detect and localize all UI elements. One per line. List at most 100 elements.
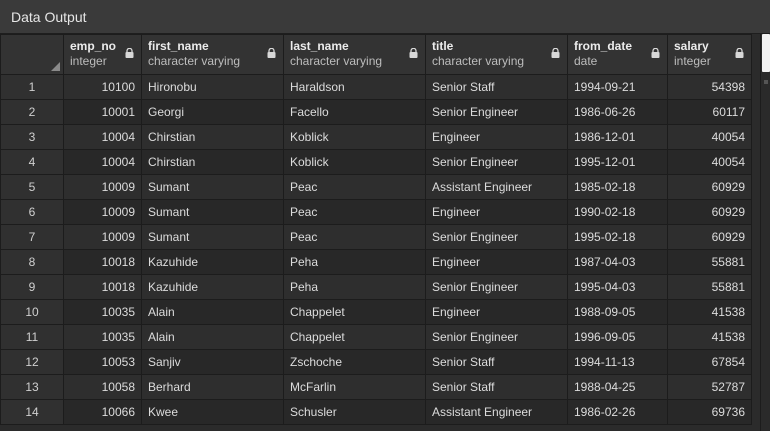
table-row[interactable]: 11 10035 Alain Chappelet Senior Engineer 1996… [0,324,752,350]
cell-emp-no[interactable]: 10018 [63,249,142,275]
cell-salary[interactable]: 60929 [667,224,752,250]
table-row[interactable]: 10 10035 Alain Chappelet Engineer 1988-09-05 4… [0,299,752,325]
row-number[interactable]: 10 [0,299,64,325]
cell-last-name[interactable]: Facello [283,99,426,125]
cell-last-name[interactable]: Koblick [283,124,426,150]
cell-last-name[interactable]: Schusler [283,399,426,425]
cell-from-date[interactable]: 1986-02-26 [567,399,668,425]
cell-emp-no[interactable]: 10004 [63,124,142,150]
cell-first-name[interactable]: Alain [141,324,284,350]
cell-title[interactable]: Senior Engineer [425,149,568,175]
cell-first-name[interactable]: Sanjiv [141,349,284,375]
cell-salary[interactable]: 60117 [667,99,752,125]
vertical-scrollbar[interactable] [760,34,770,431]
table-row[interactable]: 8 10018 Kazuhide Peha Engineer 1987-04-03 5588… [0,249,752,275]
cell-from-date[interactable]: 1995-02-18 [567,224,668,250]
cell-first-name[interactable]: Berhard [141,374,284,400]
table-row[interactable]: 4 10004 Chirstian Koblick Senior Engineer 199… [0,149,752,175]
cell-salary[interactable]: 60929 [667,199,752,225]
cell-from-date[interactable]: 1988-09-05 [567,299,668,325]
cell-first-name[interactable]: Alain [141,299,284,325]
cell-emp-no[interactable]: 10001 [63,99,142,125]
row-number[interactable]: 13 [0,374,64,400]
cell-title[interactable]: Engineer [425,199,568,225]
cell-first-name[interactable]: Chirstian [141,124,284,150]
cell-title[interactable]: Engineer [425,249,568,275]
table-row[interactable]: 13 10058 Berhard McFarlin Senior Staff 1988-0… [0,374,752,400]
row-number[interactable]: 14 [0,399,64,425]
data-grid[interactable]: emp_no integer first_name character vary… [0,34,760,431]
cell-title[interactable]: Senior Staff [425,349,568,375]
cell-title[interactable]: Senior Engineer [425,224,568,250]
cell-salary[interactable]: 69736 [667,399,752,425]
cell-last-name[interactable]: Haraldson [283,74,426,100]
cell-from-date[interactable]: 1996-09-05 [567,324,668,350]
cell-from-date[interactable]: 1990-02-18 [567,199,668,225]
cell-last-name[interactable]: McFarlin [283,374,426,400]
table-row[interactable]: 9 10018 Kazuhide Peha Senior Engineer 1995-04… [0,274,752,300]
cell-last-name[interactable]: Peac [283,224,426,250]
cell-last-name[interactable]: Koblick [283,149,426,175]
cell-emp-no[interactable]: 10035 [63,299,142,325]
table-row[interactable]: 14 10066 Kwee Schusler Assistant Engineer 198… [0,399,752,425]
cell-emp-no[interactable]: 10009 [63,174,142,200]
table-row[interactable]: 12 10053 Sanjiv Zschoche Senior Staff 1994-11… [0,349,752,375]
cell-from-date[interactable]: 1995-04-03 [567,274,668,300]
cell-from-date[interactable]: 1985-02-18 [567,174,668,200]
table-row[interactable]: 7 10009 Sumant Peac Senior Engineer 1995-02-1… [0,224,752,250]
cell-salary[interactable]: 55881 [667,249,752,275]
row-number[interactable]: 6 [0,199,64,225]
cell-emp-no[interactable]: 10009 [63,224,142,250]
cell-emp-no[interactable]: 10053 [63,349,142,375]
cell-emp-no[interactable]: 10066 [63,399,142,425]
cell-emp-no[interactable]: 10004 [63,149,142,175]
cell-last-name[interactable]: Chappelet [283,324,426,350]
cell-last-name[interactable]: Peha [283,274,426,300]
cell-emp-no[interactable]: 10018 [63,274,142,300]
cell-salary[interactable]: 52787 [667,374,752,400]
row-number[interactable]: 4 [0,149,64,175]
cell-last-name[interactable]: Peac [283,199,426,225]
cell-salary[interactable]: 55881 [667,274,752,300]
cell-salary[interactable]: 54398 [667,74,752,100]
table-row[interactable]: 6 10009 Sumant Peac Engineer 1990-02-18 60929 [0,199,752,225]
cell-last-name[interactable]: Chappelet [283,299,426,325]
cell-title[interactable]: Senior Engineer [425,324,568,350]
cell-first-name[interactable]: Sumant [141,174,284,200]
cell-first-name[interactable]: Georgi [141,99,284,125]
cell-title[interactable]: Assistant Engineer [425,174,568,200]
cell-title[interactable]: Engineer [425,124,568,150]
table-row[interactable]: 3 10004 Chirstian Koblick Engineer 1986-12-01… [0,124,752,150]
cell-from-date[interactable]: 1988-04-25 [567,374,668,400]
column-header-last-name[interactable]: last_name character varying [283,34,426,75]
row-number[interactable]: 3 [0,124,64,150]
cell-salary[interactable]: 41538 [667,299,752,325]
row-number[interactable]: 8 [0,249,64,275]
row-number[interactable]: 7 [0,224,64,250]
cell-last-name[interactable]: Peac [283,174,426,200]
row-number[interactable]: 2 [0,99,64,125]
cell-salary[interactable]: 40054 [667,149,752,175]
row-number[interactable]: 1 [0,74,64,100]
cell-from-date[interactable]: 1994-11-13 [567,349,668,375]
cell-first-name[interactable]: Hironobu [141,74,284,100]
cell-from-date[interactable]: 1987-04-03 [567,249,668,275]
scrollbar-arrow-icon[interactable] [764,80,768,84]
row-number[interactable]: 5 [0,174,64,200]
cell-from-date[interactable]: 1986-12-01 [567,124,668,150]
cell-emp-no[interactable]: 10035 [63,324,142,350]
column-header-title[interactable]: title character varying [425,34,568,75]
cell-title[interactable]: Engineer [425,299,568,325]
cell-from-date[interactable]: 1986-06-26 [567,99,668,125]
cell-salary[interactable]: 67854 [667,349,752,375]
cell-first-name[interactable]: Kwee [141,399,284,425]
cell-salary[interactable]: 60929 [667,174,752,200]
table-row[interactable]: 5 10009 Sumant Peac Assistant Engineer 1985-0… [0,174,752,200]
cell-last-name[interactable]: Peha [283,249,426,275]
scrollbar-thumb[interactable] [762,34,770,72]
row-number[interactable]: 11 [0,324,64,350]
cell-from-date[interactable]: 1995-12-01 [567,149,668,175]
cell-from-date[interactable]: 1994-09-21 [567,74,668,100]
column-header-emp-no[interactable]: emp_no integer [63,34,142,75]
row-number[interactable]: 12 [0,349,64,375]
